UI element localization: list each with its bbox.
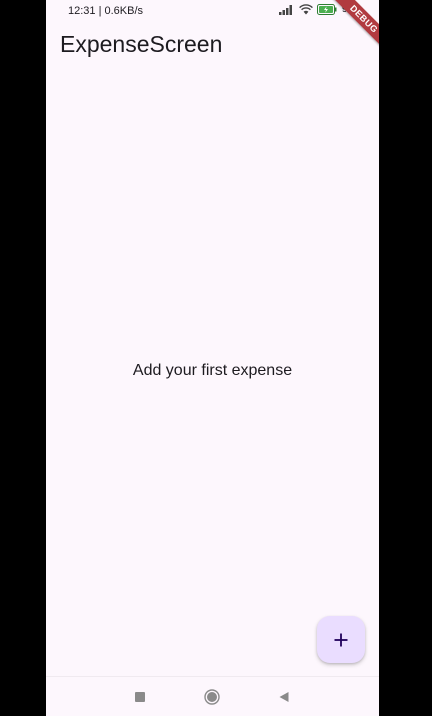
app-bar: ExpenseScreen <box>46 24 379 66</box>
wifi-icon <box>298 4 313 15</box>
circle-icon <box>204 689 220 705</box>
page-title: ExpenseScreen <box>60 31 223 57</box>
status-bar: 12:31 | 0.6KB/s 95 <box>46 0 379 22</box>
add-icon <box>334 633 348 646</box>
status-time: 12:31 | 0.6KB/s <box>68 5 144 17</box>
phone-screen: 12:31 | 0.6KB/s 95 DEBUG Expe <box>46 0 379 716</box>
add-expense-button[interactable] <box>317 616 365 663</box>
home-button[interactable] <box>203 688 221 706</box>
square-icon <box>135 692 145 702</box>
system-navigation-bar <box>46 676 379 716</box>
empty-state-message: Add your first expense <box>132 362 293 379</box>
recent-apps-button[interactable] <box>131 688 149 706</box>
back-button[interactable] <box>275 688 293 706</box>
back-triangle-icon <box>279 692 289 702</box>
signal-icon <box>278 5 292 15</box>
battery-icon <box>316 4 337 15</box>
